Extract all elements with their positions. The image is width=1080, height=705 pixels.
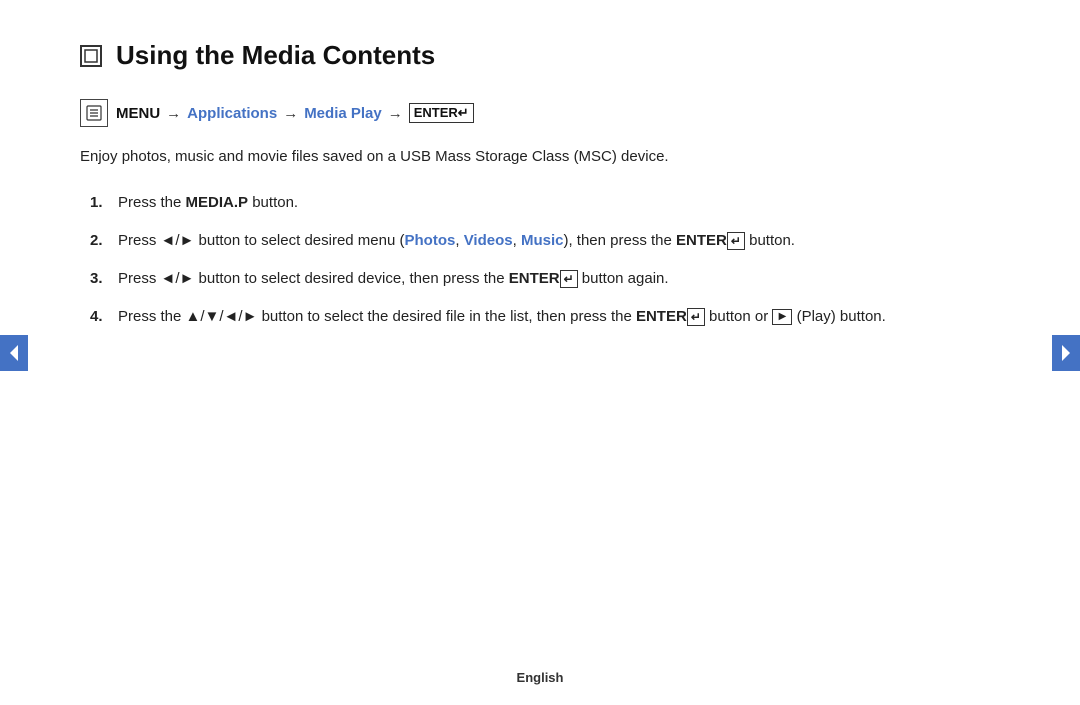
menu-label: MENU (116, 105, 160, 122)
step-3-content: Press ◄/► button to select desired devic… (118, 267, 1000, 291)
breadcrumb-arrow-1: → (166, 105, 181, 122)
footer: English (517, 670, 564, 685)
step-2-content: Press ◄/► button to select desired menu … (118, 229, 1000, 253)
breadcrumb: MENU → Applications → Media Play → ENTER… (80, 99, 1000, 127)
checkbox-icon (80, 45, 102, 67)
step-2-number: 2. (90, 229, 118, 253)
breadcrumb-applications[interactable]: Applications (187, 105, 277, 122)
link-photos: Photos (405, 232, 456, 249)
step-1-content: Press the MEDIA.P button. (118, 191, 1000, 215)
breadcrumb-media-play[interactable]: Media Play (304, 105, 382, 122)
step-4: 4. Press the ▲/▼/◄/► button to select th… (90, 305, 1000, 329)
step-2: 2. Press ◄/► button to select desired me… (90, 229, 1000, 253)
step-4-number: 4. (90, 305, 118, 329)
breadcrumb-arrow-2: → (283, 105, 298, 122)
title-row: Using the Media Contents (80, 40, 1000, 71)
play-icon: ▶ (772, 309, 792, 325)
step-3: 3. Press ◄/► button to select desired de… (90, 267, 1000, 291)
step-4-content: Press the ▲/▼/◄/► button to select the d… (118, 305, 1000, 329)
step-3-number: 3. (90, 267, 118, 291)
step-1-number: 1. (90, 191, 118, 215)
enter-box: ENTER↵ (409, 103, 474, 123)
page-container: Using the Media Contents MENU → Applicat… (0, 0, 1080, 705)
steps-list: 1. Press the MEDIA.P button. 2. Press ◄/… (90, 191, 1000, 329)
link-music: Music (521, 232, 564, 249)
link-videos: Videos (464, 232, 513, 249)
enter-icon-4: ↵ (687, 308, 705, 327)
breadcrumb-enter: ENTER↵ (409, 103, 474, 123)
breadcrumb-arrow-3: → (388, 105, 403, 122)
nav-arrow-left[interactable] (0, 335, 28, 371)
step-1: 1. Press the MEDIA.P button. (90, 191, 1000, 215)
menu-icon (80, 99, 108, 127)
page-title: Using the Media Contents (116, 40, 435, 71)
nav-arrow-right[interactable] (1052, 335, 1080, 371)
enter-icon-2: ↵ (727, 232, 745, 251)
enter-icon-3: ↵ (560, 270, 578, 289)
description: Enjoy photos, music and movie files save… (80, 145, 1000, 169)
